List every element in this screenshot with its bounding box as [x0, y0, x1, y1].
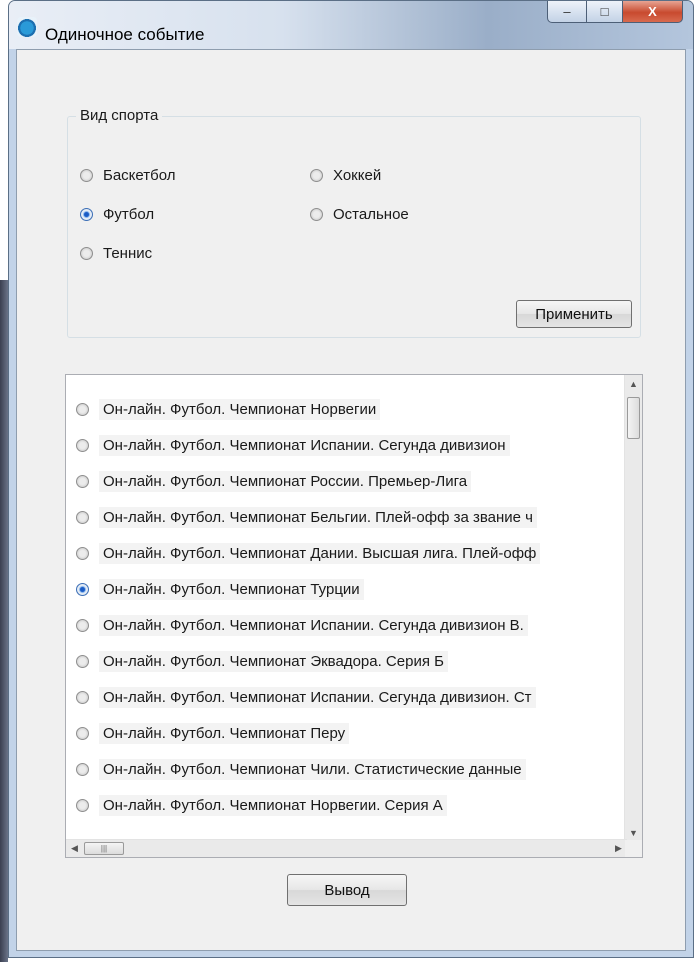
radio-button-icon[interactable]: [76, 510, 89, 524]
window-controls: – □ X: [547, 1, 683, 25]
close-button[interactable]: X: [623, 1, 683, 23]
app-window: Одиночное событие – □ X Вид спорта Баске…: [8, 0, 694, 958]
horizontal-scrollbar[interactable]: ◀ ||| ▶: [66, 839, 627, 857]
scroll-left-arrow-icon[interactable]: ◀: [66, 840, 83, 857]
radio-button-icon[interactable]: [80, 169, 93, 182]
radio-tennis[interactable]: Теннис: [80, 245, 152, 262]
radio-button-icon[interactable]: [310, 208, 323, 221]
minimize-icon: –: [563, 4, 571, 19]
radio-button-icon[interactable]: [80, 208, 93, 221]
list-item-label: Он-лайн. Футбол. Чемпионат Норвегии. Сер…: [99, 794, 447, 816]
list-item[interactable]: Он-лайн. Футбол. Чемпионат России. Премь…: [66, 463, 626, 499]
title-bar[interactable]: Одиночное событие – □ X: [9, 1, 693, 49]
list-item-label: Он-лайн. Футбол. Чемпионат Испании. Сегу…: [99, 434, 510, 456]
maximize-icon: □: [600, 4, 609, 19]
list-item[interactable]: Он-лайн. Футбол. Чемпионат Бельгии. Плей…: [66, 499, 626, 535]
list-item-label: Он-лайн. Футбол. Чемпионат Бельгии. Плей…: [99, 506, 537, 528]
list-item[interactable]: Он-лайн. Футбол. Чемпионат Норвегии: [66, 391, 626, 427]
vertical-scroll-thumb[interactable]: [627, 397, 640, 439]
radio-label: Футбол: [103, 206, 155, 223]
radio-button-icon[interactable]: [76, 726, 89, 740]
app-icon: [17, 17, 37, 37]
vertical-scrollbar[interactable]: ▲ ▼: [624, 375, 642, 841]
list-item[interactable]: Он-лайн. Футбол. Чемпионат Норвегии. Сер…: [66, 787, 626, 823]
list-item[interactable]: Он-лайн. Футбол. Чемпионат Испании. Сегу…: [66, 679, 626, 715]
list-item[interactable]: Он-лайн. Футбол. Чемпионат Турции: [66, 571, 626, 607]
list-item-label: Он-лайн. Футбол. Чемпионат Испании. Сегу…: [99, 686, 536, 708]
radio-button-icon[interactable]: [76, 582, 89, 596]
list-item-label: Он-лайн. Футбол. Чемпионат Чили. Статист…: [99, 758, 526, 780]
list-item-label: Он-лайн. Футбол. Чемпионат Норвегии: [99, 398, 381, 420]
list-item[interactable]: Он-лайн. Футбол. Чемпионат Испании. Сегу…: [66, 427, 626, 463]
radio-label: Остальное: [333, 206, 409, 223]
apply-button[interactable]: Применить: [516, 300, 632, 328]
radio-button-icon[interactable]: [76, 618, 89, 632]
output-button[interactable]: Вывод: [287, 874, 407, 906]
background-window-edge: [0, 280, 8, 962]
radio-button-icon[interactable]: [76, 654, 89, 668]
radio-label: Теннис: [103, 245, 153, 262]
radio-button-icon[interactable]: [76, 438, 89, 452]
horizontal-scroll-thumb[interactable]: |||: [84, 842, 124, 855]
radio-basketball[interactable]: Баскетбол: [80, 167, 176, 184]
radio-button-icon[interactable]: [76, 762, 89, 776]
client-area: Вид спорта Баскетбол Хоккей Футбол Остал…: [16, 49, 686, 951]
list-item-label: Он-лайн. Футбол. Чемпионат Перу: [99, 722, 350, 744]
radio-button-icon[interactable]: [76, 690, 89, 704]
close-icon: X: [648, 4, 657, 19]
radio-button-icon[interactable]: [76, 546, 89, 560]
list-item[interactable]: Он-лайн. Футбол. Чемпионат Испании. Сегу…: [66, 607, 626, 643]
scroll-down-arrow-icon[interactable]: ▼: [625, 824, 642, 841]
sport-group-legend: Вид спорта: [76, 107, 163, 124]
radio-button-icon[interactable]: [76, 798, 89, 812]
radio-button-icon[interactable]: [80, 247, 93, 260]
list-item-label: Он-лайн. Футбол. Чемпионат Эквадора. Сер…: [99, 650, 448, 672]
scrollbar-corner: [625, 840, 642, 857]
list-item-label: Он-лайн. Футбол. Чемпионат России. Премь…: [99, 470, 472, 492]
list-item[interactable]: Он-лайн. Футбол. Чемпионат Перу: [66, 715, 626, 751]
list-item-label: Он-лайн. Футбол. Чемпионат Дании. Высшая…: [99, 542, 541, 564]
list-item[interactable]: Он-лайн. Футбол. Чемпионат Эквадора. Сер…: [66, 643, 626, 679]
sport-group: Вид спорта Баскетбол Хоккей Футбол Остал…: [67, 107, 641, 338]
radio-other[interactable]: Остальное: [310, 206, 409, 223]
events-list-rows: Он-лайн. Футбол. Чемпионат Норвегии Он-л…: [66, 391, 626, 823]
list-item[interactable]: Он-лайн. Футбол. Чемпионат Дании. Высшая…: [66, 535, 626, 571]
list-item[interactable]: Он-лайн. Футбол. Чемпионат Чили. Статист…: [66, 751, 626, 787]
list-item-label: Он-лайн. Футбол. Чемпионат Турции: [99, 578, 364, 600]
radio-button-icon[interactable]: [310, 169, 323, 182]
window-title: Одиночное событие: [45, 25, 205, 44]
radio-label: Баскетбол: [103, 167, 176, 184]
maximize-button[interactable]: □: [587, 1, 623, 23]
scroll-up-arrow-icon[interactable]: ▲: [625, 375, 642, 392]
radio-football[interactable]: Футбол: [80, 206, 154, 223]
radio-hockey[interactable]: Хоккей: [310, 167, 381, 184]
minimize-button[interactable]: –: [547, 1, 587, 23]
radio-button-icon[interactable]: [76, 474, 89, 488]
list-item-label: Он-лайн. Футбол. Чемпионат Испании. Сегу…: [99, 614, 528, 636]
radio-button-icon[interactable]: [76, 402, 89, 416]
events-list[interactable]: Он-лайн. Футбол. Чемпионат Норвегии Он-л…: [65, 374, 643, 858]
radio-label: Хоккей: [333, 167, 382, 184]
